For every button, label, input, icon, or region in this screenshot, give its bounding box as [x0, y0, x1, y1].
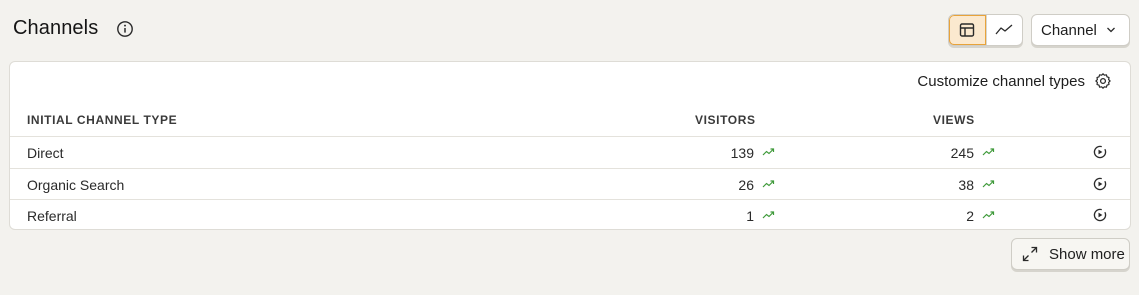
table-row[interactable]: Organic Search 26 38 [10, 168, 1130, 200]
graph-view-button[interactable] [985, 15, 1023, 45]
expand-icon [1022, 246, 1038, 262]
trend-up-icon [982, 180, 995, 188]
table-icon [960, 23, 975, 37]
channel-type-cell: Referral [27, 208, 77, 224]
channels-table-card: Customize channel types INITIAL CHANNEL … [9, 61, 1131, 230]
visitors-cell: 1 [746, 208, 754, 224]
table-row[interactable]: Direct 139 245 [10, 137, 1130, 169]
column-header-views[interactable]: VIEWS [933, 113, 975, 127]
channel-type-cell: Direct [27, 145, 64, 161]
play-recordings-icon[interactable] [1093, 177, 1107, 191]
chevron-down-icon [1106, 27, 1115, 33]
page-title: Channels [13, 17, 99, 39]
show-more-label: Show more [1049, 245, 1125, 263]
views-cell: 2 [966, 208, 974, 224]
line-chart-icon [995, 24, 1013, 35]
breakdown-dropdown-value: Channel [1041, 21, 1097, 39]
trend-up-icon [982, 148, 995, 156]
trend-up-icon [982, 211, 995, 219]
customize-label: Customize channel types [917, 72, 1085, 90]
trend-up-icon [762, 148, 775, 156]
views-cell: 245 [950, 145, 974, 161]
channel-type-cell: Organic Search [27, 177, 125, 193]
play-recordings-icon[interactable] [1093, 145, 1107, 159]
gear-icon [1095, 73, 1111, 89]
play-recordings-icon[interactable] [1093, 208, 1107, 222]
column-header-visitors[interactable]: VISITORS [695, 113, 756, 127]
trend-up-icon [762, 180, 775, 188]
panel-header: Channels Channel [0, 0, 1139, 60]
breakdown-dropdown[interactable]: Channel [1031, 14, 1130, 46]
trend-up-icon [762, 211, 775, 219]
visitors-cell: 26 [738, 177, 754, 193]
table-header-row: INITIAL CHANNEL TYPE VISITORS VIEWS [10, 107, 1130, 137]
customize-channel-types-button[interactable]: Customize channel types [917, 72, 1112, 90]
visitors-cell: 139 [730, 145, 754, 161]
views-cell: 38 [958, 177, 974, 193]
show-more-button[interactable]: Show more [1011, 238, 1130, 270]
info-icon[interactable] [116, 20, 134, 38]
table-view-button[interactable] [949, 15, 986, 45]
column-header-channel-type[interactable]: INITIAL CHANNEL TYPE [27, 113, 177, 127]
view-toggle [948, 14, 1023, 46]
table-row[interactable]: Referral 1 2 [10, 199, 1130, 231]
